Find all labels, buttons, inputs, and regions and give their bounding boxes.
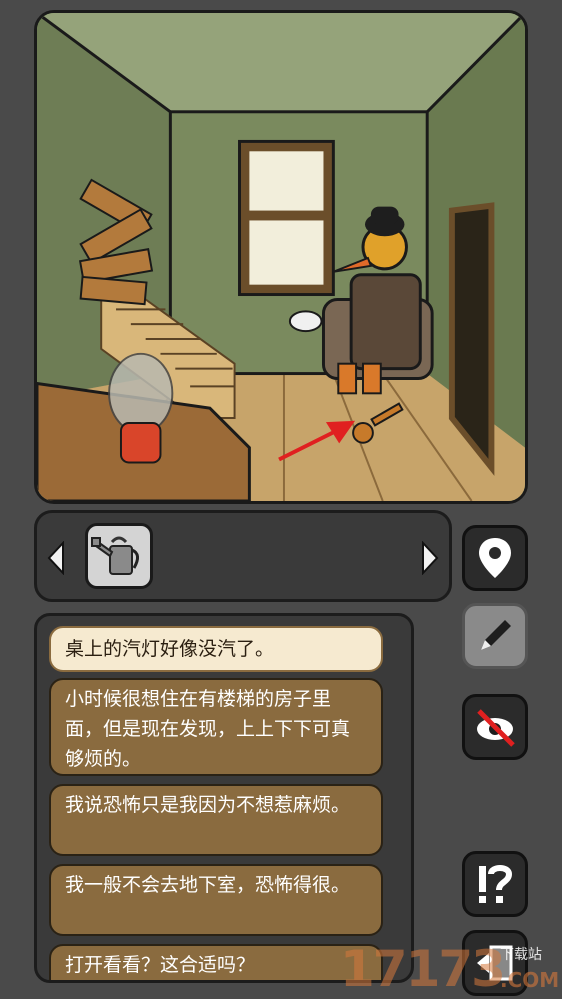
eye-crossed-icon bbox=[477, 709, 515, 747]
exclamation-question-icon bbox=[479, 865, 513, 903]
dialogue-option[interactable]: 我说恐怖只是我因为不想惹麻烦。 bbox=[49, 784, 383, 856]
map-pin-icon bbox=[479, 538, 511, 578]
notes-button[interactable] bbox=[462, 603, 528, 669]
dialogue-option[interactable]: 我一般不会去地下室，恐怖得很。 bbox=[49, 864, 383, 936]
hint-button[interactable] bbox=[462, 851, 528, 917]
inventory-slot[interactable] bbox=[85, 523, 153, 589]
exit-button[interactable] bbox=[462, 930, 528, 996]
inventory-bar bbox=[34, 510, 452, 602]
chevron-left-icon[interactable] bbox=[47, 540, 67, 576]
game-scene[interactable] bbox=[34, 10, 528, 504]
dialogue-option[interactable]: 打开看看？这合适吗？ bbox=[49, 944, 383, 980]
chevron-right-icon[interactable] bbox=[419, 540, 439, 576]
map-button[interactable] bbox=[462, 525, 528, 591]
watering-can-icon bbox=[91, 536, 139, 575]
exit-door-icon bbox=[477, 945, 513, 981]
dialogue-panel: 桌上的汽灯好像没汽了。 小时候很想住在有楼梯的房子里面，但是现在发现，上上下下可… bbox=[34, 613, 414, 983]
dialogue-option[interactable]: 小时候很想住在有楼梯的房子里面，但是现在发现，上上下下可真够烦的。 bbox=[49, 678, 383, 776]
toggle-hide-button[interactable] bbox=[462, 694, 528, 760]
pencil-icon bbox=[481, 620, 511, 650]
dialogue-option[interactable]: 桌上的汽灯好像没汽了。 bbox=[49, 626, 383, 672]
